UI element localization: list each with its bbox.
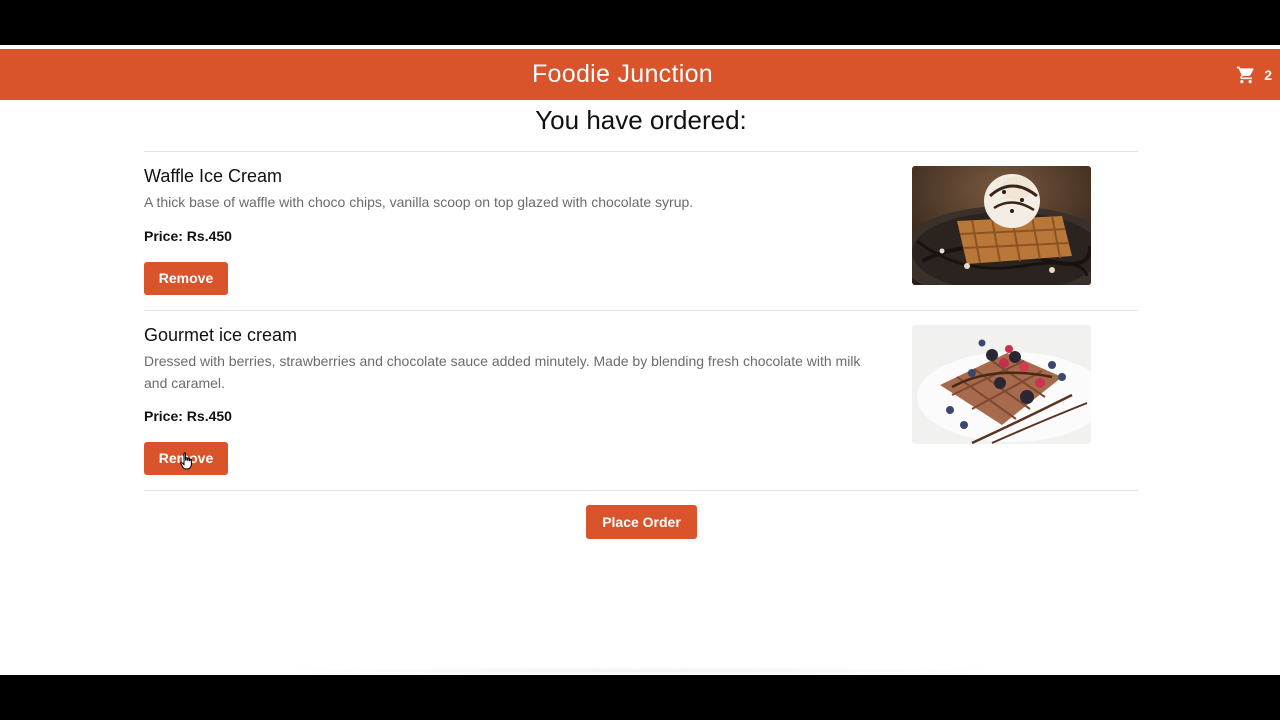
divider — [144, 310, 1138, 311]
brand-title: Foodie Junction — [531, 60, 713, 88]
order-item: Waffle Ice Cream A thick base of waffle … — [144, 166, 1138, 316]
bottom-shadow — [260, 667, 1020, 675]
item-name: Gourmet ice cream — [144, 325, 298, 345]
page: Foodie Junction 2 You have ordered: Waff… — [0, 45, 1280, 675]
divider — [144, 490, 1138, 491]
cart-button[interactable]: 2 — [1236, 64, 1272, 86]
divider — [144, 151, 1138, 152]
cart-count-badge: 2 — [1264, 67, 1272, 83]
top-letterbox — [0, 0, 1280, 45]
place-order-button[interactable]: Place Order — [586, 505, 697, 539]
remove-button[interactable]: Remove — [144, 262, 228, 295]
item-description: A thick base of waffle with choco chips,… — [144, 194, 694, 210]
item-price: Price: Rs.450 — [144, 228, 232, 244]
shopping-cart-icon — [1237, 66, 1254, 84]
page-heading: You have ordered: — [535, 105, 747, 135]
order-item: Gourmet ice cream Dressed with berries, … — [144, 325, 1138, 495]
item-name: Waffle Ice Cream — [144, 166, 283, 186]
waffle-ice-cream-image — [912, 166, 1091, 285]
item-description: Dressed with berries, strawberries and c… — [144, 353, 861, 391]
item-price: Price: Rs.450 — [144, 408, 232, 424]
bottom-letterbox — [0, 675, 1280, 720]
hand-pointer-icon — [180, 452, 194, 475]
navbar: Foodie Junction 2 — [0, 49, 1280, 100]
gourmet-ice-cream-image — [912, 325, 1091, 444]
